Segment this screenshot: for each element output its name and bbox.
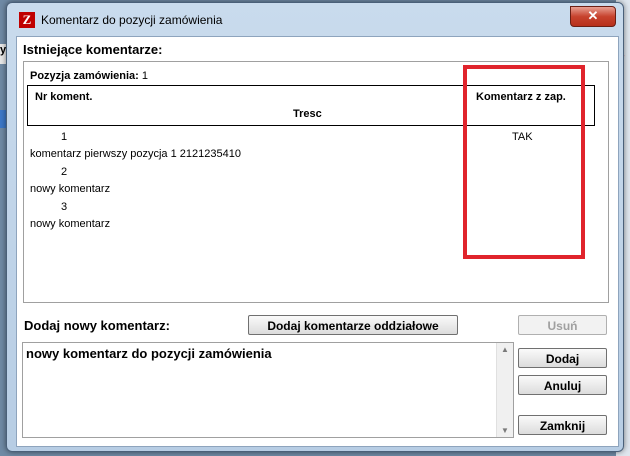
row-3-text: nowy komentarz [30, 218, 111, 230]
position-value: 1 [141, 70, 148, 82]
textarea-scrollbar[interactable]: ▲ ▼ [496, 343, 513, 437]
new-comment-label: Dodaj nowy komentarz: [24, 318, 170, 333]
new-comment-input[interactable]: nowy komentarz do pozycji zamówienia ▲ ▼ [22, 342, 514, 438]
highlight-annotation-box [463, 65, 585, 259]
add-branch-comments-button[interactable]: Dodaj komentarze oddziałowe [248, 315, 458, 335]
scroll-down-icon[interactable]: ▼ [501, 426, 509, 435]
row-1-nr: 1 [61, 131, 68, 143]
window-close-button[interactable]: ✕ [570, 6, 616, 27]
row-3-nr: 3 [61, 201, 68, 213]
row-1-text: komentarz pierwszy pozycja 1 2121235410 [30, 148, 241, 160]
row-2-nr: 2 [61, 166, 68, 178]
position-label: Pozyzja zamówienia: [30, 70, 139, 82]
header-nr: Nr koment. [35, 91, 93, 103]
new-comment-text: nowy komentarz do pozycji zamówienia [26, 346, 272, 361]
scroll-up-icon[interactable]: ▲ [501, 345, 509, 354]
app-logo-icon: Z [19, 12, 35, 28]
close-button[interactable]: Zamknij [518, 415, 607, 435]
header-content: Tresc [293, 108, 322, 120]
window-title: Komentarz do pozycji zamówienia [41, 13, 223, 27]
existing-comments-label: Istniejące komentarze: [23, 42, 163, 57]
row-2-text: nowy komentarz [30, 183, 111, 195]
remove-button[interactable]: Usuń [518, 315, 607, 335]
add-button[interactable]: Dodaj [518, 348, 607, 368]
position-line: Pozyzja zamówienia: 1 [30, 70, 148, 82]
cancel-button[interactable]: Anuluj [518, 375, 607, 395]
